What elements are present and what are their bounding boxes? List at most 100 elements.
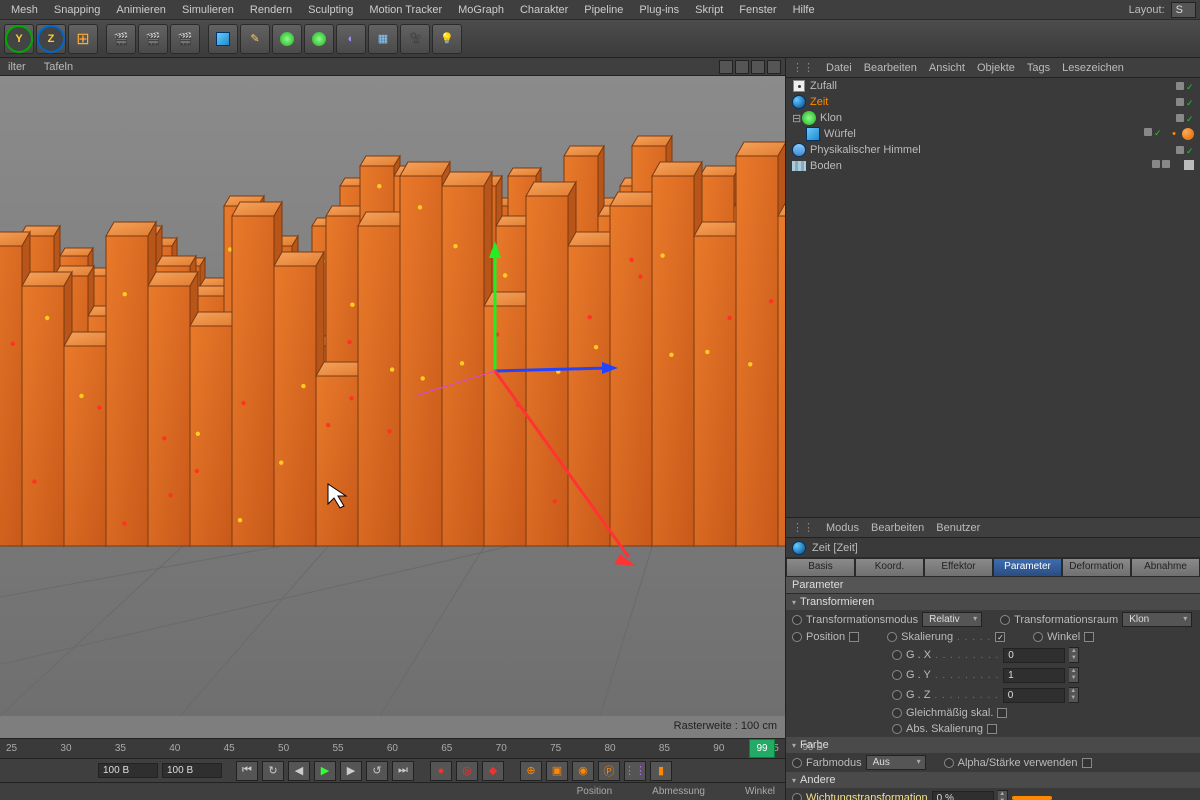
objmgr-menu-objekte[interactable]: Objekte xyxy=(977,62,1015,74)
viewport-rotate-icon[interactable] xyxy=(751,60,765,74)
radio-alpha[interactable] xyxy=(944,758,954,768)
timeline[interactable]: 25 30 35 40 45 50 55 60 65 70 75 80 85 9… xyxy=(0,738,785,758)
frame-start-field[interactable] xyxy=(98,763,158,778)
dropdown-transformmodus[interactable]: Relativ xyxy=(922,612,982,627)
input-wichtung[interactable] xyxy=(932,791,994,800)
world-axis-button[interactable]: ⊞ xyxy=(68,24,98,54)
menu-sculpting[interactable]: Sculpting xyxy=(301,2,360,18)
scale-filter-button[interactable]: ▣ xyxy=(546,761,568,781)
radio-winkel[interactable] xyxy=(1033,632,1043,642)
step-forward-button[interactable]: ▶ xyxy=(340,761,362,781)
loop-button[interactable]: ↻ xyxy=(262,761,284,781)
goto-start-button[interactable]: ⏮ xyxy=(236,761,258,781)
light-button[interactable]: 💡 xyxy=(432,24,462,54)
frame-end-field[interactable] xyxy=(162,763,222,778)
timeline-playhead[interactable]: 99 xyxy=(749,739,775,758)
rot-filter-button[interactable]: ◉ xyxy=(572,761,594,781)
object-row-boden[interactable]: Boden xyxy=(786,158,1200,174)
checkbox-position[interactable] xyxy=(849,632,859,642)
step-back-button[interactable]: ◀ xyxy=(288,761,310,781)
menu-simulieren[interactable]: Simulieren xyxy=(175,2,241,18)
loop-fwd-button[interactable]: ↺ xyxy=(366,761,388,781)
dropdown-transformraum[interactable]: Klon xyxy=(1122,612,1192,627)
menu-snapping[interactable]: Snapping xyxy=(47,2,108,18)
checkbox-abs[interactable] xyxy=(987,724,997,734)
primitive-cube-button[interactable] xyxy=(208,24,238,54)
autokey-button[interactable]: ◎ xyxy=(456,761,478,781)
texture-tag-icon[interactable] xyxy=(1184,160,1194,170)
radio-position[interactable] xyxy=(792,632,802,642)
spinner-gz[interactable]: ▲▼ xyxy=(1069,687,1079,703)
menu-skript[interactable]: Skript xyxy=(688,2,730,18)
attr-menu-benutzer[interactable]: Benutzer xyxy=(936,522,980,534)
tab-effektor[interactable]: Effektor xyxy=(924,558,993,576)
viewport-layout-icon[interactable] xyxy=(767,60,781,74)
objmgr-menu-lesezeichen[interactable]: Lesezeichen xyxy=(1062,62,1124,74)
menu-fenster[interactable]: Fenster xyxy=(732,2,783,18)
tab-koord[interactable]: Koord. xyxy=(855,558,924,576)
radio-gz[interactable] xyxy=(892,690,902,700)
generator-button[interactable] xyxy=(272,24,302,54)
spinner-gx[interactable]: ▲▼ xyxy=(1069,647,1079,663)
menu-hilfe[interactable]: Hilfe xyxy=(786,2,822,18)
layout-dropdown[interactable]: S xyxy=(1171,2,1196,18)
material-tag-icon[interactable] xyxy=(1182,128,1194,140)
checkbox-skalierung[interactable] xyxy=(995,632,1005,642)
clip-button[interactable]: ▮ xyxy=(650,761,672,781)
objmgr-menu-tags[interactable]: Tags xyxy=(1027,62,1050,74)
animation-record-button[interactable]: 🎬 xyxy=(106,24,136,54)
menu-pipeline[interactable]: Pipeline xyxy=(577,2,630,18)
pla-filter-button[interactable]: ⋮⋮ xyxy=(624,761,646,781)
input-gy[interactable] xyxy=(1003,668,1065,683)
tab-parameter[interactable]: Parameter xyxy=(993,558,1062,576)
viewport-menu-filter[interactable]: ilter xyxy=(4,60,30,74)
tab-basis[interactable]: Basis xyxy=(786,558,855,576)
attr-menu-modus[interactable]: Modus xyxy=(826,522,859,534)
dropdown-farbmodus[interactable]: Aus xyxy=(866,755,926,770)
objmgr-menu-datei[interactable]: Datei xyxy=(826,62,852,74)
object-manager[interactable]: Zufall ✓ Zeit ✓ ⊟ Klon ✓ Würfel ✓ • xyxy=(786,78,1200,518)
tab-abnahme[interactable]: Abnahme xyxy=(1131,558,1200,576)
object-row-wuerfel[interactable]: Würfel ✓ • xyxy=(786,126,1200,142)
radio-transformraum[interactable] xyxy=(1000,615,1010,625)
pos-filter-button[interactable]: ⊕ xyxy=(520,761,542,781)
record-button[interactable]: ● xyxy=(430,761,452,781)
attr-menu-bearbeiten[interactable]: Bearbeiten xyxy=(871,522,924,534)
subsection-farbe[interactable]: Farbe xyxy=(786,737,1200,753)
input-gz[interactable] xyxy=(1003,688,1065,703)
subsection-andere[interactable]: Andere xyxy=(786,772,1200,788)
play-button[interactable]: ▶ xyxy=(314,761,336,781)
object-row-zufall[interactable]: Zufall ✓ xyxy=(786,78,1200,94)
radio-gy[interactable] xyxy=(892,670,902,680)
viewport-menu-tafeln[interactable]: Tafeln xyxy=(40,60,77,74)
generator-2-button[interactable] xyxy=(304,24,334,54)
3d-viewport[interactable]: Rasterweite : 100 cm xyxy=(0,76,785,738)
menu-mograph[interactable]: MoGraph xyxy=(451,2,511,18)
radio-skalierung[interactable] xyxy=(887,632,897,642)
object-row-zeit[interactable]: Zeit ✓ xyxy=(786,94,1200,110)
menu-rendern[interactable]: Rendern xyxy=(243,2,299,18)
menu-mesh[interactable]: Mesh xyxy=(4,2,45,18)
menu-charakter[interactable]: Charakter xyxy=(513,2,575,18)
object-row-himmel[interactable]: Physikalischer Himmel ✓ xyxy=(786,142,1200,158)
subsection-transformieren[interactable]: Transformieren xyxy=(786,594,1200,610)
checkbox-alpha[interactable] xyxy=(1082,758,1092,768)
goto-end-button[interactable]: ⏭ xyxy=(392,761,414,781)
deformer-button[interactable]: ◐ xyxy=(336,24,366,54)
objmgr-menu-bearbeiten[interactable]: Bearbeiten xyxy=(864,62,917,74)
spinner-wichtung[interactable]: ▲▼ xyxy=(998,790,1008,800)
viewport-zoom-icon[interactable] xyxy=(735,60,749,74)
spinner-gy[interactable]: ▲▼ xyxy=(1069,667,1079,683)
axis-z-button[interactable]: Z xyxy=(36,24,66,54)
environment-button[interactable]: ▦ xyxy=(368,24,398,54)
menu-plugins[interactable]: Plug-ins xyxy=(632,2,686,18)
checkbox-winkel[interactable] xyxy=(1084,632,1094,642)
spline-pen-button[interactable]: ✎ xyxy=(240,24,270,54)
axis-y-button[interactable]: Y xyxy=(4,24,34,54)
radio-wichtung[interactable] xyxy=(792,793,802,800)
camera-button[interactable]: 🎥 xyxy=(400,24,430,54)
slider-wichtung[interactable] xyxy=(1012,796,1052,800)
radio-gx[interactable] xyxy=(892,650,902,660)
menu-motiontracker[interactable]: Motion Tracker xyxy=(362,2,449,18)
animation-key-button[interactable]: 🎬 xyxy=(170,24,200,54)
